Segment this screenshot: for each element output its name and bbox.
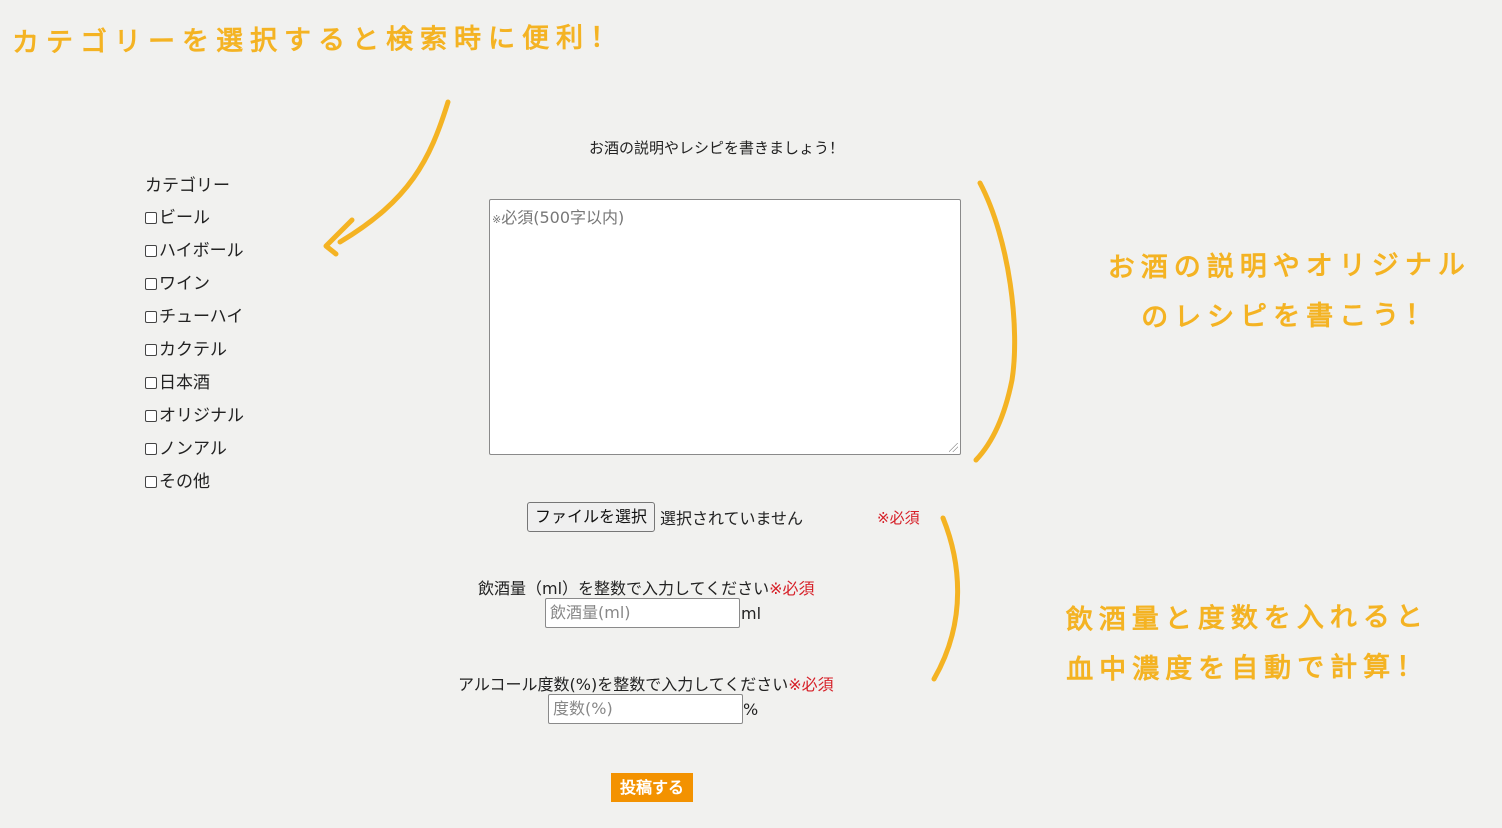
category-option-highball[interactable]: ハイボール xyxy=(145,241,244,274)
category-option-label: カクテル xyxy=(159,340,227,360)
checkbox[interactable] xyxy=(145,410,157,422)
category-option-label: オリジナル xyxy=(159,406,244,426)
category-option-label: チューハイ xyxy=(159,307,244,327)
alcohol-unit: % xyxy=(743,700,759,719)
resize-grip-icon[interactable] xyxy=(949,443,958,452)
category-option-label: ハイボール xyxy=(159,241,244,261)
amount-label: 飲酒量（ml）を整数で入力してください※必須 xyxy=(478,575,815,599)
description-required-mark: ※ xyxy=(492,213,502,226)
category-option-other[interactable]: その他 xyxy=(145,472,244,505)
category-list: カテゴリー ビール ハイボール ワイン チューハイ カクテル 日本酒 オリジナル xyxy=(145,175,244,505)
checkbox[interactable] xyxy=(145,344,157,356)
category-option-nonalcohol[interactable]: ノンアル xyxy=(145,439,244,472)
description-textarea[interactable]: ※必須(500字以内) xyxy=(489,199,961,455)
category-option-wine[interactable]: ワイン xyxy=(145,274,244,307)
amount-annotation-line2: 血中濃度を自動で計算！ xyxy=(1066,651,1430,686)
category-title: カテゴリー xyxy=(145,176,230,196)
amount-input[interactable]: 飲酒量(ml) xyxy=(545,598,740,628)
description-annotation: お酒の説明やオリジナル のレシピを書こう！ xyxy=(1108,240,1472,343)
category-option-label: ノンアル xyxy=(159,439,227,459)
submit-button[interactable]: 投稿する xyxy=(611,773,693,802)
description-annotation-line1: お酒の説明やオリジナル xyxy=(1107,249,1471,284)
description-placeholder: 必須(500字以内) xyxy=(501,208,625,227)
category-option-sake[interactable]: 日本酒 xyxy=(145,373,244,406)
alcohol-label-text: アルコール度数(%)を整数で入力してください xyxy=(458,675,789,694)
category-option-label: ビール xyxy=(159,208,210,228)
alcohol-input[interactable]: 度数(%) xyxy=(548,694,743,724)
amount-unit: ml xyxy=(741,604,762,623)
checkbox[interactable] xyxy=(145,245,157,257)
checkbox[interactable] xyxy=(145,377,157,389)
checkbox[interactable] xyxy=(145,278,157,290)
checkbox[interactable] xyxy=(145,476,157,488)
category-annotation: カテゴリーを選択すると検索時に便利！ xyxy=(11,22,625,59)
amount-annotation: 飲酒量と度数を入れると 血中濃度を自動で計算！ xyxy=(1066,592,1430,695)
category-option-label: その他 xyxy=(159,472,210,492)
category-option-chuhai[interactable]: チューハイ xyxy=(145,307,244,340)
amount-label-text: 飲酒量（ml）を整数で入力してください xyxy=(478,579,770,598)
page: カテゴリーを選択すると検索時に便利！ お酒の説明やオリジナル のレシピを書こう！… xyxy=(0,0,1502,828)
checkbox[interactable] xyxy=(145,311,157,323)
category-option-original[interactable]: オリジナル xyxy=(145,406,244,439)
amount-annotation-line1: 飲酒量と度数を入れると xyxy=(1065,601,1429,636)
file-status: 選択されていません xyxy=(660,509,804,528)
amount-brace xyxy=(931,515,961,682)
arrow-stroke xyxy=(337,99,451,245)
arrow-head xyxy=(323,217,355,257)
category-option-label: 日本酒 xyxy=(159,373,210,393)
amount-required-label: ※必須 xyxy=(769,579,815,598)
file-picker: ファイルを選択 選択されていません xyxy=(527,502,803,532)
alcohol-label: アルコール度数(%)を整数で入力してください※必須 xyxy=(458,671,834,695)
alcohol-required-label: ※必須 xyxy=(788,675,834,694)
description-annotation-line2: のレシピを書こう！ xyxy=(1141,299,1439,334)
file-required-label: ※必須 xyxy=(877,509,920,527)
description-brace xyxy=(973,180,1018,463)
checkbox[interactable] xyxy=(145,212,157,224)
category-option-cocktail[interactable]: カクテル xyxy=(145,340,244,373)
checkbox[interactable] xyxy=(145,443,157,455)
category-option-label: ワイン xyxy=(159,274,210,294)
form-heading: お酒の説明やレシピを書きましょう！ xyxy=(589,139,845,157)
category-option-beer[interactable]: ビール xyxy=(145,208,244,241)
choose-file-button[interactable]: ファイルを選択 xyxy=(527,502,656,532)
